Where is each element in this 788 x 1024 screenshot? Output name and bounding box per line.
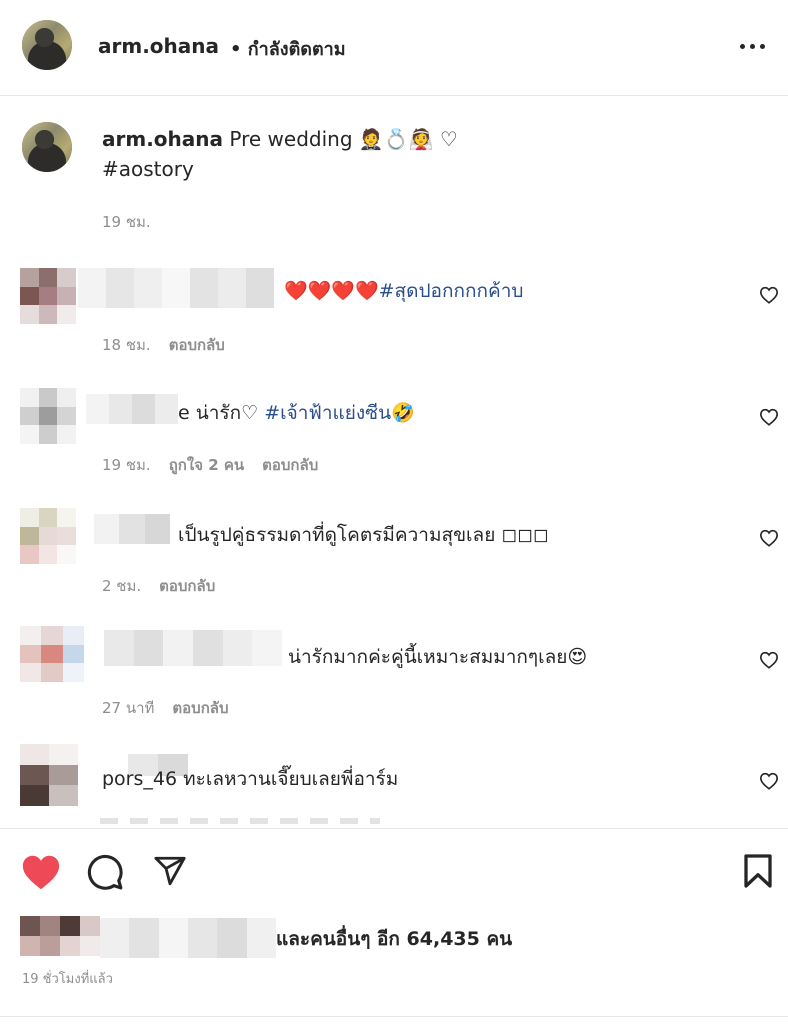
comment-hashtag[interactable]: #เจ้าฟ้าแย่งซีน🤣 <box>264 402 415 424</box>
comment-meta: 27 นาที ตอบกลับ <box>102 696 229 720</box>
caption-avatar[interactable] <box>22 122 72 172</box>
comment-text: e น่ารัก♡ #เจ้าฟ้าแย่งซีน🤣 <box>178 398 415 428</box>
comment-icon[interactable] <box>86 853 124 891</box>
comment-likes-count[interactable]: ถูกใจ 2 คน <box>169 456 244 474</box>
comment-avatar-blurred[interactable] <box>20 388 76 444</box>
comment-like-heart-icon[interactable] <box>759 651 779 669</box>
post-time[interactable]: 19 ชั่วโมงที่แล้ว <box>22 968 113 989</box>
comment-meta: 18 ชม. ตอบกลับ <box>102 333 225 357</box>
comment-body: เป็นรูปคู่ธรรมดาที่ดูโคตรมีความสุขเลย ◻◻… <box>178 524 549 546</box>
reply-button[interactable]: ตอบกลับ <box>172 699 228 717</box>
avatar[interactable] <box>22 20 72 70</box>
comment-body: pors_46 ทะเลหวานเจี๊ยบเลยพี่อาร์ม <box>102 768 399 790</box>
post-header: arm.ohana • กำลังติดตาม <box>0 0 788 96</box>
comment-meta: 19 ชม. ถูกใจ 2 คน ตอบกลับ <box>102 453 318 477</box>
cut-off-comment-meta <box>100 818 380 824</box>
follow-status[interactable]: • กำลังติดตาม <box>230 34 346 63</box>
blurred-username <box>100 918 276 958</box>
comment-like-heart-icon[interactable] <box>759 408 779 426</box>
reply-button[interactable]: ตอบกลับ <box>169 336 225 354</box>
comment-like-heart-icon[interactable] <box>759 286 779 304</box>
comment-like-heart-icon[interactable] <box>759 529 779 547</box>
divider <box>0 1016 788 1017</box>
caption: arm.ohana Pre wedding 🤵💍👰 ♡ <box>102 127 458 151</box>
blurred-username <box>78 268 274 308</box>
comment-hashtag[interactable]: #สุดปอกกกกค้าบ <box>379 280 524 302</box>
comment-avatar-blurred[interactable] <box>20 744 78 806</box>
comment-meta: 2 ชม. ตอบกลับ <box>102 574 215 598</box>
blurred-username <box>94 514 170 544</box>
comment-body: น่ารักมากค่ะคู่นี้เหมาะสมมากๆเลย😍 <box>288 646 588 668</box>
header-username[interactable]: arm.ohana <box>98 34 219 58</box>
bookmark-icon[interactable] <box>742 853 774 889</box>
caption-username[interactable]: arm.ohana <box>102 127 223 151</box>
comment-time: 2 ชม. <box>102 577 142 595</box>
heart-filled-icon[interactable] <box>20 853 62 891</box>
send-icon[interactable] <box>152 854 188 888</box>
comment-emoji: ❤️❤️❤️❤️ <box>284 280 379 302</box>
comment-time: 27 นาที <box>102 699 155 717</box>
comment-avatar-blurred[interactable] <box>20 508 76 564</box>
likes-count[interactable]: และคนอื่นๆ อีก 64,435 คน <box>276 924 512 954</box>
caption-time: 19 ชม. <box>102 213 151 231</box>
liked-by-avatars-blurred[interactable] <box>20 916 100 956</box>
reply-button[interactable]: ตอบกลับ <box>262 456 318 474</box>
comment-like-heart-icon[interactable] <box>759 772 779 790</box>
blurred-username <box>86 394 178 424</box>
comment-body: e น่ารัก♡ <box>178 402 259 424</box>
more-horizontal-icon[interactable] <box>740 36 770 56</box>
comment-avatar-blurred[interactable] <box>20 626 84 682</box>
blurred-username <box>104 630 282 666</box>
caption-body: Pre wedding 🤵💍👰 ♡ <box>229 127 458 151</box>
caption-hashtag[interactable]: #aostory <box>102 157 194 181</box>
comment-time: 19 ชม. <box>102 456 151 474</box>
comment-avatar-blurred[interactable] <box>20 268 76 324</box>
comment-text: ❤️❤️❤️❤️#สุดปอกกกกค้าบ <box>284 276 523 306</box>
comment-time: 18 ชม. <box>102 336 151 354</box>
reply-button[interactable]: ตอบกลับ <box>159 577 215 595</box>
